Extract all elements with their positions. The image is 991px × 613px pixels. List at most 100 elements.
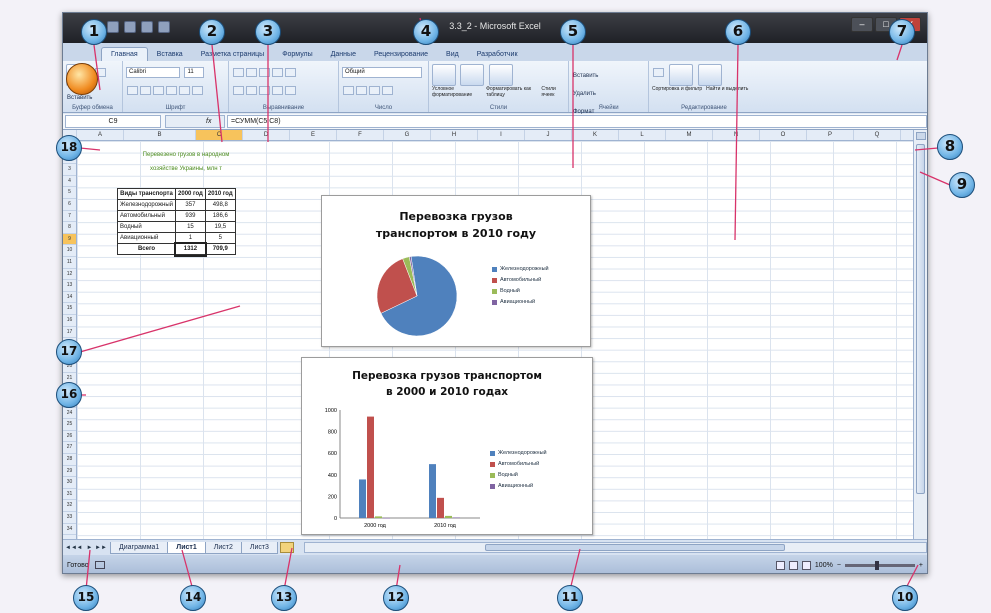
- pie-chart[interactable]: Перевозка грузов транспортом в 2010 году…: [321, 195, 591, 347]
- column-header[interactable]: K: [572, 130, 619, 140]
- insert-cells-button[interactable]: Вставить: [573, 73, 598, 79]
- normal-view-icon[interactable]: [775, 560, 785, 570]
- column-header[interactable]: D: [243, 130, 290, 140]
- formula-input[interactable]: =СУММ(C5:C8): [227, 115, 927, 128]
- row-header[interactable]: 17: [63, 327, 76, 339]
- column-header[interactable]: I: [478, 130, 525, 140]
- indent-icon[interactable]: [272, 86, 283, 96]
- delete-cells-button[interactable]: Удалить: [573, 91, 596, 97]
- table-header[interactable]: 2010 год: [204, 188, 236, 200]
- conditional-formatting-button[interactable]: Условное форматирование: [432, 86, 484, 98]
- scroll-thumb[interactable]: [916, 144, 925, 494]
- table-cell[interactable]: Авиационный: [116, 232, 177, 244]
- align-bottom-icon[interactable]: [259, 68, 270, 78]
- bar[interactable]: [429, 464, 436, 518]
- bar[interactable]: [375, 516, 382, 518]
- column-header[interactable]: A: [77, 130, 124, 140]
- column-header[interactable]: G: [384, 130, 431, 140]
- column-header[interactable]: L: [619, 130, 666, 140]
- tab-data[interactable]: Данные: [322, 48, 365, 61]
- paste-button[interactable]: Вставить: [67, 95, 92, 101]
- vertical-scrollbar[interactable]: [913, 130, 927, 539]
- table-header[interactable]: Виды транспорта: [116, 188, 177, 200]
- find-select-icon[interactable]: [697, 64, 722, 86]
- row-header[interactable]: 6: [63, 199, 76, 211]
- column-header[interactable]: B: [124, 130, 196, 140]
- zoom-in-icon[interactable]: +: [919, 562, 923, 569]
- table-cell[interactable]: 498,8: [204, 199, 236, 211]
- row-header[interactable]: 26: [63, 431, 76, 443]
- selected-cell[interactable]: 1312: [173, 241, 208, 257]
- sort-filter-button[interactable]: Сортировка и фильтр: [652, 86, 702, 92]
- row-header[interactable]: 32: [63, 500, 76, 512]
- sheet-tab-list1[interactable]: Лист1: [167, 541, 206, 554]
- column-header[interactable]: H: [431, 130, 478, 140]
- column-header[interactable]: F: [337, 130, 384, 140]
- row-header[interactable]: 14: [63, 292, 76, 304]
- bar[interactable]: [367, 416, 374, 518]
- next-sheet-button[interactable]: ►: [85, 543, 94, 553]
- first-sheet-button[interactable]: ◄◄: [65, 543, 77, 553]
- tab-formulas[interactable]: Формулы: [273, 48, 321, 61]
- table-cell[interactable]: 1: [175, 232, 206, 244]
- font-name-select[interactable]: Calibri: [126, 67, 180, 79]
- table-cell[interactable]: Всего: [116, 243, 177, 255]
- row-header[interactable]: 10: [63, 245, 76, 257]
- tab-page-layout[interactable]: Разметка страницы: [192, 48, 274, 61]
- font-color-icon[interactable]: [192, 86, 203, 96]
- row-header[interactable]: 15: [63, 303, 76, 315]
- table-cell[interactable]: 19,5: [204, 221, 236, 233]
- table-cell[interactable]: 186,6: [204, 210, 236, 222]
- row-header[interactable]: 5: [63, 187, 76, 199]
- horizontal-scrollbar[interactable]: [303, 542, 927, 553]
- column-header[interactable]: C: [196, 130, 243, 140]
- table-cell[interactable]: Автомобильный: [116, 210, 177, 222]
- align-right-icon[interactable]: [259, 86, 270, 96]
- format-as-table-icon[interactable]: [460, 64, 485, 86]
- autosum-icon[interactable]: [653, 68, 664, 78]
- page-break-view-icon[interactable]: [801, 560, 811, 570]
- align-left-icon[interactable]: [233, 86, 244, 96]
- bar-chart[interactable]: Перевозка грузов транспортом в 2000 и 20…: [301, 357, 593, 535]
- row-header[interactable]: 34: [63, 524, 76, 536]
- currency-icon[interactable]: [343, 86, 354, 96]
- sheet-tab-list3[interactable]: Лист3: [240, 541, 278, 554]
- sheet-tab-list2[interactable]: Лист2: [204, 541, 242, 554]
- table-cell[interactable]: 357: [175, 199, 206, 211]
- zoom-level[interactable]: 100%: [815, 562, 833, 569]
- row-header[interactable]: 13: [63, 280, 76, 292]
- sheet-tab-diagram1[interactable]: Диаграмма1: [110, 541, 169, 554]
- align-middle-icon[interactable]: [246, 68, 257, 78]
- column-header[interactable]: N: [713, 130, 760, 140]
- row-header[interactable]: 9: [63, 233, 76, 246]
- minimize-button[interactable]: –: [851, 17, 873, 32]
- row-header[interactable]: 29: [63, 466, 76, 478]
- tab-home[interactable]: Главная: [101, 47, 148, 61]
- bar[interactable]: [453, 517, 460, 519]
- italic-icon[interactable]: [140, 86, 151, 96]
- insert-sheet-icon[interactable]: [279, 542, 294, 553]
- underline-icon[interactable]: [153, 86, 164, 96]
- wrap-text-icon[interactable]: [285, 68, 296, 78]
- last-sheet-button[interactable]: ►►: [95, 543, 107, 553]
- fill-color-icon[interactable]: [179, 86, 190, 96]
- tab-developer[interactable]: Разработчик: [468, 48, 527, 61]
- align-top-icon[interactable]: [233, 68, 244, 78]
- page-layout-view-icon[interactable]: [788, 560, 798, 570]
- column-header[interactable]: M: [666, 130, 713, 140]
- column-header[interactable]: Q: [854, 130, 901, 140]
- increase-decimal-icon[interactable]: [382, 86, 393, 96]
- border-icon[interactable]: [166, 86, 177, 96]
- row-header[interactable]: 33: [63, 512, 76, 524]
- table-cell[interactable]: 709,9: [204, 243, 236, 255]
- row-header[interactable]: 16: [63, 315, 76, 327]
- tab-insert[interactable]: Вставка: [148, 48, 192, 61]
- row-header[interactable]: 31: [63, 489, 76, 501]
- insert-function-button[interactable]: fx: [165, 115, 225, 128]
- row-header[interactable]: 7: [63, 211, 76, 223]
- office-button[interactable]: [66, 63, 98, 95]
- column-header[interactable]: O: [760, 130, 807, 140]
- row-header[interactable]: 4: [63, 176, 76, 188]
- align-center-icon[interactable]: [246, 86, 257, 96]
- column-header[interactable]: E: [290, 130, 337, 140]
